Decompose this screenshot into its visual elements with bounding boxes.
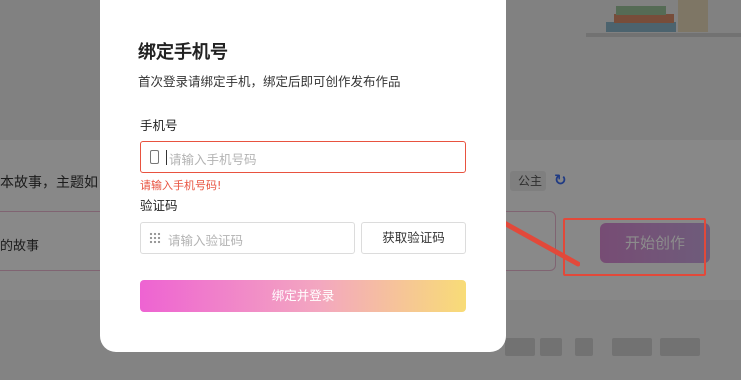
phone-placeholder: 请输入手机号码 [169, 152, 257, 167]
modal-subtitle: 首次登录请绑定手机，绑定后即可创作发布作品 [138, 74, 401, 89]
code-label: 验证码 [140, 198, 178, 213]
phone-error-message: 请输入手机号码! [140, 179, 222, 192]
code-placeholder: 请输入验证码 [168, 233, 244, 248]
keypad-icon [149, 232, 161, 244]
bind-and-login-button[interactable]: 绑定并登录 [140, 280, 466, 312]
phone-input[interactable]: 请输入手机号码 [140, 141, 466, 173]
bind-phone-modal: 绑定手机号 首次登录请绑定手机，绑定后即可创作发布作品 手机号 请输入手机号码 … [100, 0, 506, 352]
modal-title: 绑定手机号 [138, 42, 228, 63]
annotation-highlight-box [563, 218, 706, 276]
text-caret [166, 150, 167, 165]
phone-label: 手机号 [140, 118, 178, 133]
verification-code-input[interactable]: 请输入验证码 [140, 222, 355, 254]
get-code-button[interactable]: 获取验证码 [361, 222, 466, 254]
mobile-phone-icon [150, 150, 159, 164]
